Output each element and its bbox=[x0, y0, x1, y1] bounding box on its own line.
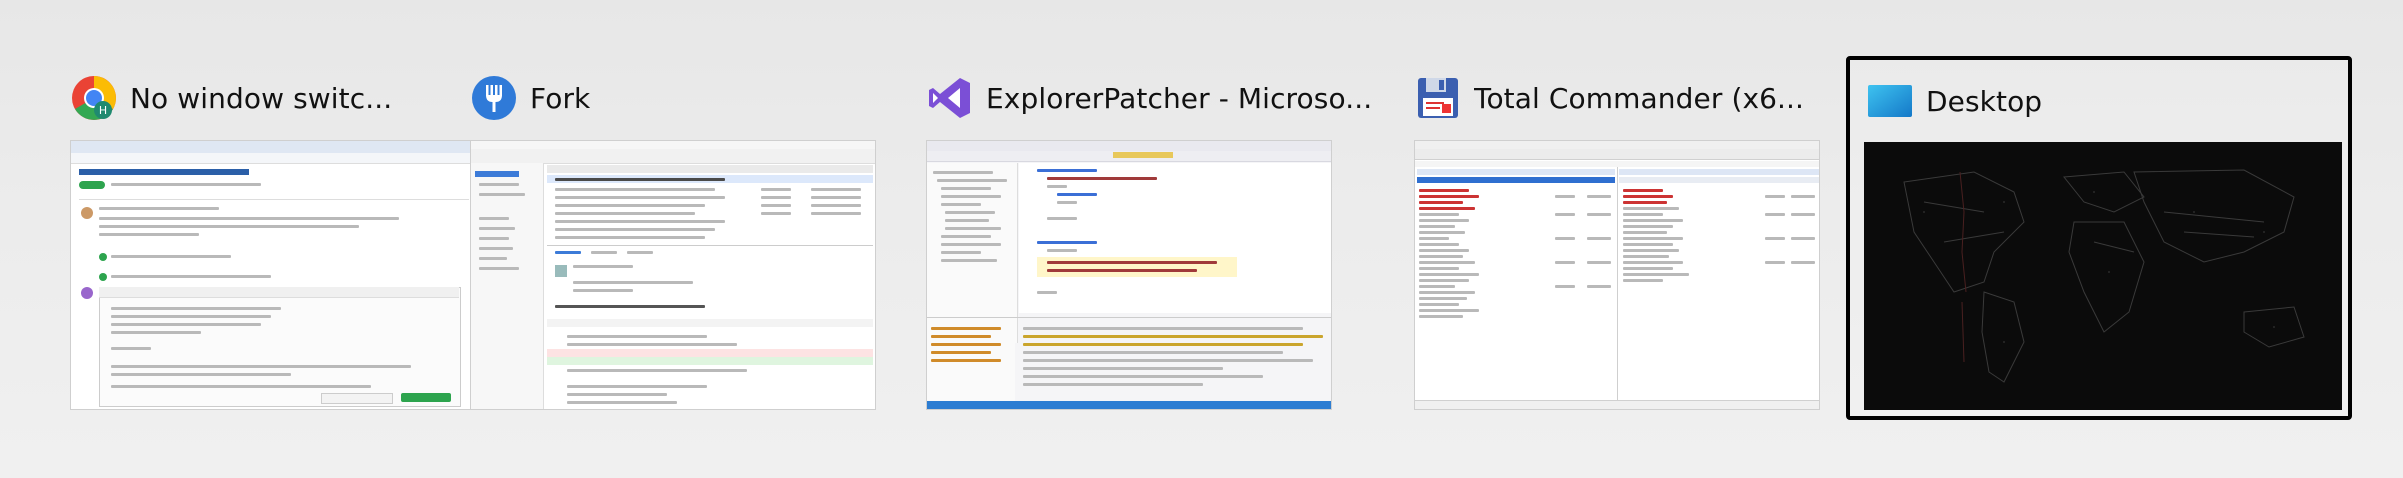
total-commander-icon bbox=[1414, 74, 1462, 122]
window-thumbnail bbox=[1414, 140, 1820, 410]
world-map-wallpaper bbox=[1864, 142, 2342, 410]
tile-header: ExplorerPatcher - Microso... bbox=[918, 58, 1408, 138]
chrome-icon: H bbox=[70, 74, 118, 122]
svg-text:H: H bbox=[99, 104, 107, 117]
window-title: Total Commander (x6... bbox=[1474, 81, 1805, 115]
window-tile-fork[interactable]: Fork bbox=[462, 58, 952, 418]
window-thumbnail bbox=[70, 140, 476, 410]
window-title: Fork bbox=[530, 81, 591, 115]
tile-header: Fork bbox=[462, 58, 952, 138]
window-tile-total-commander[interactable]: Total Commander (x6... bbox=[1406, 58, 1896, 418]
desktop-thumbnail bbox=[1864, 142, 2342, 410]
desktop-icon bbox=[1866, 77, 1914, 125]
window-tile-visual-studio[interactable]: ExplorerPatcher - Microso... bbox=[918, 58, 1408, 418]
fork-icon bbox=[470, 74, 518, 122]
window-tile-desktop[interactable]: Desktop bbox=[1846, 56, 2352, 420]
window-title: Desktop bbox=[1926, 84, 2043, 118]
window-title: No window switc... bbox=[130, 81, 393, 115]
window-thumbnail bbox=[470, 140, 876, 410]
window-title: ExplorerPatcher - Microso... bbox=[986, 81, 1373, 115]
task-switcher: H No window switc... Fork ExplorerPatche… bbox=[0, 0, 2403, 478]
tile-header: Total Commander (x6... bbox=[1406, 58, 1896, 138]
visual-studio-icon bbox=[926, 74, 974, 122]
tile-header: Desktop bbox=[1850, 60, 2348, 142]
window-thumbnail bbox=[926, 140, 1332, 410]
